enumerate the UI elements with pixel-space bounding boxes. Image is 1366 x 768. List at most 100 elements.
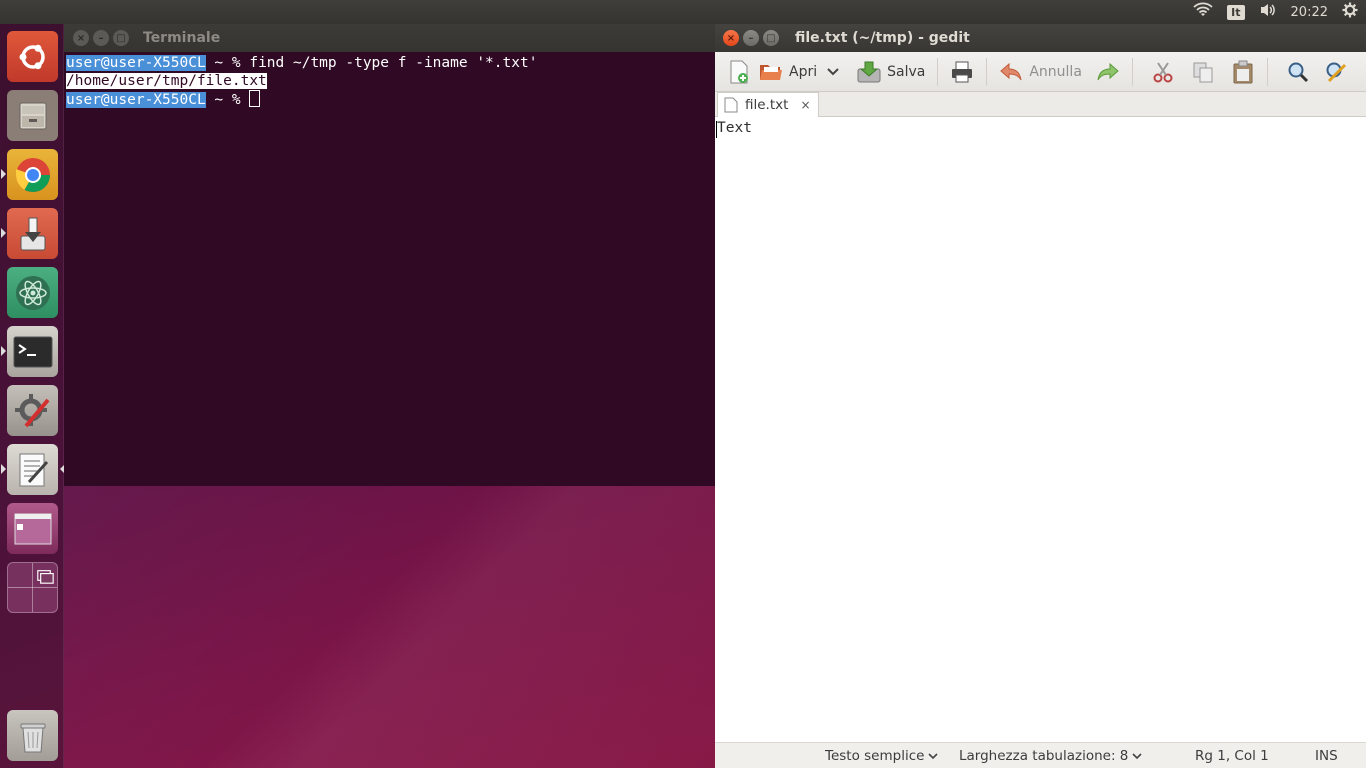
tab-label: file.txt xyxy=(745,97,789,113)
search-icon xyxy=(1286,60,1310,84)
text-editor-icon xyxy=(19,453,48,486)
trash-launcher[interactable] xyxy=(7,710,58,761)
paste-button[interactable] xyxy=(1227,56,1259,88)
editor-content[interactable]: Text xyxy=(715,117,1366,139)
terminal-launcher[interactable] xyxy=(1,326,58,377)
ubuntu-dash-button[interactable] xyxy=(7,31,58,82)
close-button[interactable]: × xyxy=(723,30,739,46)
recent-files-dropdown[interactable] xyxy=(821,56,845,88)
volume-icon[interactable] xyxy=(1259,2,1277,22)
maximize-button[interactable]: □ xyxy=(763,30,779,46)
toolbar-separator xyxy=(1266,57,1268,86)
prompt-user: user@user-X550CL xyxy=(66,92,206,108)
installer-launcher[interactable] xyxy=(1,208,58,259)
running-indicator xyxy=(1,346,6,356)
new-document-button[interactable] xyxy=(723,56,755,88)
top-panel: It 20:22 xyxy=(0,0,1366,24)
chrome-launcher[interactable] xyxy=(1,149,58,200)
tab-width-label: Larghezza tabulazione: 8 xyxy=(959,748,1129,764)
terminal-line: user@user-X550CL ~ % xyxy=(66,90,713,108)
file-cabinet-icon xyxy=(19,102,46,129)
save-button[interactable]: Salva xyxy=(853,56,929,88)
undo-label: Annulla xyxy=(1029,63,1082,80)
wifi-icon[interactable] xyxy=(1193,2,1213,22)
redo-icon xyxy=(1096,60,1120,84)
terminal-output[interactable]: user@user-X550CL ~ % find ~/tmp -type f … xyxy=(64,52,715,110)
install-icon xyxy=(20,217,45,250)
printer-icon xyxy=(950,60,974,84)
chrome-icon xyxy=(15,157,50,192)
running-indicator xyxy=(1,169,6,179)
terminal-title: Terminale xyxy=(143,30,221,46)
chevron-down-icon xyxy=(827,67,839,75)
clipboard-icon xyxy=(1231,60,1255,84)
redo-button[interactable] xyxy=(1092,56,1124,88)
terminal-window[interactable]: × – □ Terminale user@user-X550CL ~ % fin… xyxy=(64,24,715,486)
search-replace-button[interactable] xyxy=(1320,56,1352,88)
text-caret xyxy=(716,121,717,138)
trash-icon xyxy=(20,723,45,752)
prompt-symbol: ~ % xyxy=(205,92,250,108)
close-button[interactable]: × xyxy=(73,30,89,46)
terminal-line: user@user-X550CL ~ % find ~/tmp -type f … xyxy=(66,54,713,72)
cut-button[interactable] xyxy=(1147,56,1179,88)
gear-icon[interactable] xyxy=(1342,2,1358,22)
print-button[interactable] xyxy=(946,56,978,88)
launcher xyxy=(0,24,65,768)
toolbar-separator xyxy=(937,57,939,86)
system-settings-launcher[interactable] xyxy=(7,385,58,436)
copy-icon xyxy=(1191,60,1215,84)
panel-indicators: It 20:22 xyxy=(1193,0,1358,24)
terminal-line: /home/user/tmp/file.txt xyxy=(66,72,713,90)
search-button[interactable] xyxy=(1282,56,1314,88)
maximize-button[interactable]: □ xyxy=(113,30,129,46)
document-text: Text xyxy=(717,120,752,136)
folder-open-icon xyxy=(759,60,783,84)
document-tabs: file.txt × xyxy=(715,92,1366,117)
gedit-title: file.txt (~/tmp) - gedit xyxy=(795,30,970,46)
gedit-titlebar[interactable]: × – □ file.txt (~/tmp) - gedit xyxy=(715,24,1366,52)
terminal-cursor xyxy=(249,90,261,107)
terminal-command: find ~/tmp -type f -iname '*.txt' xyxy=(249,55,538,71)
text-editor-area[interactable]: Text xyxy=(715,117,1366,742)
undo-button[interactable]: Annulla xyxy=(995,56,1086,88)
show-desktop-button[interactable] xyxy=(7,562,58,613)
cursor-position: Rg 1, Col 1 xyxy=(1195,748,1269,764)
terminal-titlebar[interactable]: × – □ Terminale xyxy=(64,24,715,52)
scissors-icon xyxy=(1151,60,1175,84)
save-label: Salva xyxy=(887,63,926,80)
cursor-position-label: Rg 1, Col 1 xyxy=(1195,748,1269,764)
running-indicator xyxy=(1,228,6,238)
copy-button[interactable] xyxy=(1187,56,1219,88)
open-label: Apri xyxy=(789,63,818,80)
terminal-icon xyxy=(13,336,52,367)
open-button[interactable]: Apri xyxy=(755,56,821,88)
chevron-down-icon xyxy=(928,752,939,759)
search-replace-icon xyxy=(1324,60,1348,84)
keyboard-layout-indicator[interactable]: It xyxy=(1227,4,1245,20)
insert-mode: INS xyxy=(1315,748,1338,764)
language-selector[interactable]: Testo semplice xyxy=(825,748,939,764)
chevron-down-icon xyxy=(1132,752,1142,759)
gedit-toolbar: Apri Salva Annulla xyxy=(715,52,1366,92)
tab-width-selector[interactable]: Larghezza tabulazione: 8 xyxy=(959,748,1142,764)
running-indicator xyxy=(1,464,6,474)
workspace-icon xyxy=(14,513,51,544)
toolbar-separator xyxy=(1131,57,1133,86)
workspace-switcher[interactable] xyxy=(7,503,58,554)
prompt-user: user@user-X550CL xyxy=(66,55,206,71)
toolbar-separator xyxy=(986,57,988,86)
gedit-launcher[interactable] xyxy=(1,444,65,495)
clock[interactable]: 20:22 xyxy=(1291,5,1328,20)
minimize-button[interactable]: – xyxy=(743,30,759,46)
atom-launcher[interactable] xyxy=(7,267,58,318)
ubuntu-logo-icon xyxy=(19,44,45,69)
language-label: Testo semplice xyxy=(825,748,925,764)
minimize-button[interactable]: – xyxy=(93,30,109,46)
tab-close-button[interactable]: × xyxy=(800,98,810,112)
tab-file-txt[interactable]: file.txt × xyxy=(717,92,819,117)
show-desktop-icon xyxy=(8,563,57,612)
files-launcher[interactable] xyxy=(7,90,58,141)
gedit-window[interactable]: × – □ file.txt (~/tmp) - gedit Apri Salv… xyxy=(715,24,1366,768)
atom-icon xyxy=(15,275,50,310)
